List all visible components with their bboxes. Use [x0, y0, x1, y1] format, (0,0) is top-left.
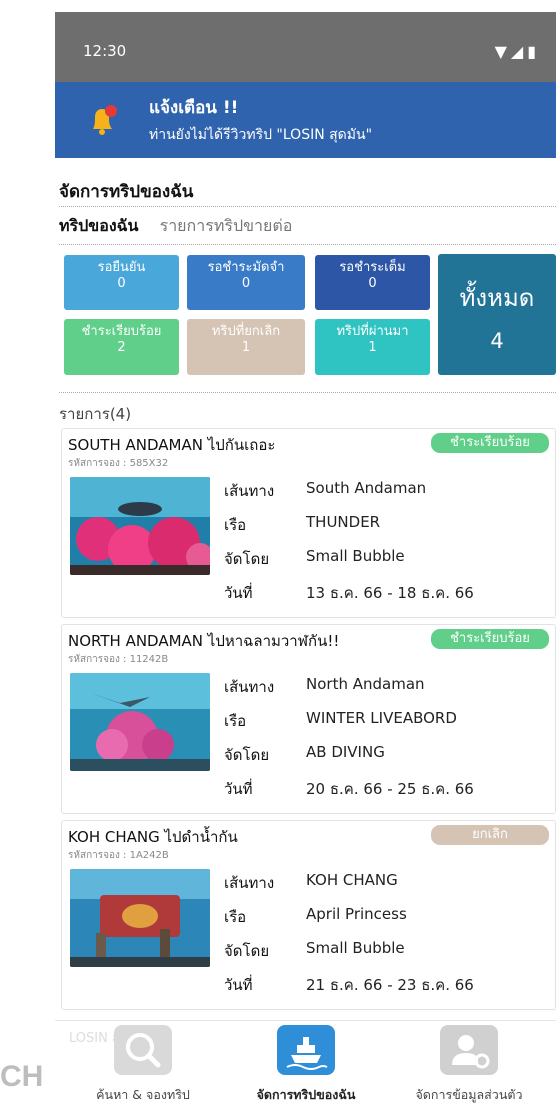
value-organizer: AB DIVING [306, 743, 385, 761]
status-tile-deposit[interactable]: รอชำระมัดจำ 0 [187, 255, 305, 310]
tile-label: ทริปที่ผ่านมา [336, 324, 409, 339]
tile-count: 0 [241, 276, 251, 291]
tile-all-label: ทั้งหมด [459, 284, 535, 312]
status-tile-all[interactable]: ทั้งหมด 4 [438, 254, 556, 375]
value-route: KOH CHANG [306, 871, 398, 889]
nav-label: จัดการทริปของฉัน [256, 1087, 356, 1102]
label-date: วันที่ [224, 976, 253, 994]
label-date: วันที่ [224, 584, 253, 602]
notification-message: ท่านยังไม่ได้รีวิวทริป "LOSIN สุดมัน" [149, 127, 373, 143]
label-boat: เรือ [224, 516, 247, 534]
bottom-nav: LOSIN สุดมัน ค้นหา & จองทริป จัดการทริปข… [55, 1020, 556, 1115]
divider [59, 244, 556, 245]
label-organizer: จัดโดย [224, 942, 270, 960]
status-badge: ยกเลิก [431, 825, 549, 845]
notification-title: แจ้งเตือน !! [149, 98, 239, 118]
user-settings-icon [440, 1025, 498, 1075]
trip-name: SOUTH ANDAMAN ไปกันเถอะ [68, 436, 276, 454]
label-organizer: จัดโดย [224, 550, 270, 568]
tile-label: รอยืนยัน [97, 260, 146, 275]
booking-code: รหัสการจอง : 1A242B [68, 850, 169, 861]
booking-code: รหัสการจอง : 11242B [68, 654, 169, 665]
trip-photo [70, 869, 210, 967]
status-icons: ▼◢▮ [494, 42, 540, 61]
tab-resale-trips[interactable]: รายการทริปขายต่อ [160, 214, 293, 239]
value-route: South Andaman [306, 479, 427, 497]
nav-profile-settings[interactable]: จัดการข้อมูลส่วนตัว [394, 1025, 544, 1105]
trip-details: เส้นทาง South Andaman เรือ THUNDER จัดโดย S… [224, 473, 554, 609]
nav-label: ค้นหา & จองทริป [96, 1087, 190, 1102]
tile-count: 0 [368, 276, 377, 291]
label-date: วันที่ [224, 780, 253, 798]
edge-logo: CH [0, 1060, 44, 1093]
divider [59, 206, 556, 207]
page-title: จัดการทริปของฉัน [59, 182, 194, 202]
tab-my-trips[interactable]: ทริปของฉัน [59, 214, 139, 239]
tile-count: 0 [117, 276, 126, 291]
tile-all-count: 4 [490, 329, 504, 353]
value-organizer: Small Bubble [306, 939, 405, 957]
nav-my-trips[interactable]: จัดการทริปของฉัน [231, 1025, 381, 1105]
booking-code: รหัสการจอง : 585X32 [68, 458, 169, 469]
tile-label: ชำระเรียบร้อย [81, 324, 162, 339]
status-badge: ชำระเรียบร้อย [431, 433, 549, 453]
coral-reef-image [70, 477, 210, 575]
trip-card[interactable]: SOUTH ANDAMAN ไปกันเถอะ รหัสการจอง : 585… [61, 428, 556, 618]
tile-label: รอชำระเต็ม [339, 260, 406, 275]
value-date: 21 ธ.ค. 66 - 23 ธ.ค. 66 [306, 976, 474, 994]
shipwreck-image [70, 869, 210, 967]
value-boat: April Princess [306, 905, 407, 923]
value-boat: WINTER LIVEABORD [306, 709, 457, 727]
value-date: 20 ธ.ค. 66 - 25 ธ.ค. 66 [306, 780, 474, 798]
status-badge: ชำระเรียบร้อย [431, 629, 549, 649]
trip-card[interactable]: NORTH ANDAMAN ไปหาฉลามวาฬกัน!! รหัสการจอ… [61, 624, 556, 814]
status-time: 12:30 [83, 42, 127, 60]
tile-count: 1 [368, 340, 377, 355]
search-icon [114, 1025, 172, 1075]
nav-label: จัดการข้อมูลส่วนตัว [415, 1087, 523, 1102]
value-organizer: Small Bubble [306, 547, 405, 565]
list-header: รายการ(4) [59, 405, 132, 423]
status-tile-paid[interactable]: ชำระเรียบร้อย 2 [64, 319, 179, 375]
label-boat: เรือ [224, 712, 247, 730]
status-tile-pending[interactable]: รอยืนยัน 0 [64, 255, 179, 310]
notification-banner[interactable]: แจ้งเตือน !! ท่านยังไม่ได้รีวิวทริป "LOS… [55, 82, 556, 158]
label-route: เส้นทาง [224, 678, 275, 696]
trip-details: เส้นทาง KOH CHANG เรือ April Princess จัดโ… [224, 865, 554, 1001]
label-organizer: จัดโดย [224, 746, 270, 764]
soft-coral-image [70, 673, 210, 771]
value-boat: THUNDER [306, 513, 381, 531]
ship-icon [277, 1025, 335, 1075]
status-tile-full-payment[interactable]: รอชำระเต็ม 0 [315, 255, 430, 310]
tile-count: 1 [241, 340, 251, 355]
label-boat: เรือ [224, 908, 247, 926]
trip-photo [70, 673, 210, 771]
status-tile-cancelled[interactable]: ทริปที่ยกเลิก 1 [187, 319, 305, 375]
label-route: เส้นทาง [224, 482, 275, 500]
status-bar: 12:30 ▼◢▮ [55, 12, 556, 82]
label-route: เส้นทาง [224, 874, 275, 892]
trip-details: เส้นทาง North Andaman เรือ WINTER LIVEABOR… [224, 669, 554, 805]
divider [59, 392, 556, 393]
trip-tabs: ทริปของฉัน รายการทริปขายต่อ [59, 214, 308, 242]
status-tile-past[interactable]: ทริปที่ผ่านมา 1 [315, 319, 430, 375]
trip-photo [70, 477, 210, 575]
value-date: 13 ธ.ค. 66 - 18 ธ.ค. 66 [306, 584, 474, 602]
nav-search-book[interactable]: ค้นหา & จองทริป [68, 1025, 218, 1105]
tile-count: 2 [117, 340, 126, 355]
trip-name: NORTH ANDAMAN ไปหาฉลามวาฬกัน!! [68, 632, 340, 650]
bell-icon [93, 105, 117, 135]
trip-card[interactable]: KOH CHANG ไปดำน้ำกัน รหัสการจอง : 1A242B… [61, 820, 556, 1010]
trip-name: KOH CHANG ไปดำน้ำกัน [68, 828, 238, 846]
tile-label: ทริปที่ยกเลิก [211, 324, 281, 339]
value-route: North Andaman [306, 675, 425, 693]
tile-label: รอชำระมัดจำ [207, 260, 285, 275]
phone-screen: 12:30 ▼◢▮ แจ้งเตือน !! ท่านยังไม่ได้รีวิ… [55, 12, 556, 1115]
